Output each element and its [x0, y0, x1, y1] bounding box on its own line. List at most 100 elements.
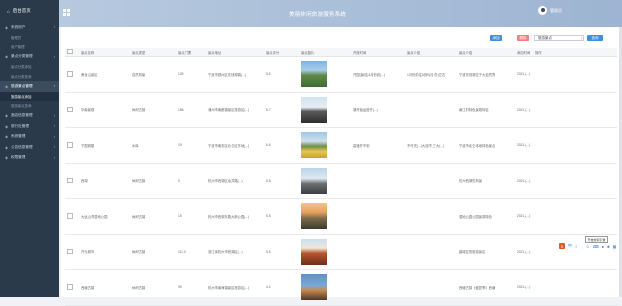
row-checkbox[interactable]: [67, 106, 73, 112]
table-row[interactable]: 开元城市 休闲古镇 111.0 浙江省杭州市西湖区(...) 5.5 越城区的旅游景区 20…: [65, 234, 617, 270]
image-cell: [299, 198, 351, 235]
image-cell: [299, 163, 351, 199]
data-table: 景点名称 景点类型 景点门票 景点地址 景点评分 景点图片 开放时间 景点介绍 景点介绍 添加时间…: [65, 48, 617, 306]
sidebar-item[interactable]: 管理员: [0, 33, 59, 43]
top-bar: 美丽休闲旅游服务系统 管理员: [59, 0, 622, 27]
sidebar-item-label: 旅行社管理: [11, 123, 29, 128]
sidebar-item-label: 公告信息管理: [11, 144, 33, 149]
cell-address: 浙江省杭州市西湖区(...): [206, 234, 264, 270]
image-cell: [299, 234, 351, 270]
table-row[interactable]: 宁国城楼 水库 19 宁波市南安区北仑区东地(...) 6.6 高速开不到 不可完(...)…: [65, 127, 617, 164]
avatar: [538, 6, 547, 15]
search-button[interactable]: 查询: [587, 35, 603, 41]
cell-intro2: 湿地公园公园景观特色: [457, 198, 515, 235]
main-content: 添加 删除 旅游景点 I 查询 景点名称 景点类型 景点门票 景点地址 景点评分 景点图片…: [61, 27, 620, 306]
row-checkbox[interactable]: [67, 142, 73, 148]
sidebar-item[interactable]: ◈ 旅游景点管理 ›: [0, 81, 59, 92]
sidebar-item[interactable]: ◈ 公告信息管理 ›: [0, 142, 59, 153]
header-cell: [65, 48, 79, 57]
emoji-icon[interactable]: ☺: [586, 244, 590, 249]
sidebar-item-label: 景点分类管理: [11, 54, 33, 59]
cell-intro2: 杭州西湖的风景: [457, 163, 515, 199]
keyboard-icon[interactable]: ⌨: [593, 244, 599, 249]
delete-button[interactable]: 删除: [517, 35, 529, 41]
sidebar-item[interactable]: ◈ 权限管理 ›: [0, 153, 59, 164]
column-header[interactable]: 景点介绍: [457, 48, 515, 57]
sogou-logo-icon[interactable]: S: [559, 243, 565, 249]
scenic-thumbnail[interactable]: [301, 167, 327, 194]
menu-grid-icon[interactable]: [63, 9, 71, 17]
scenic-thumbnail[interactable]: [301, 96, 327, 123]
user-circle-icon[interactable]: ●: [602, 244, 604, 249]
cell-score: 4.2: [264, 269, 299, 306]
cell-price: 19: [176, 127, 206, 164]
table-row[interactable]: 西湖 休闲古镇 0 杭州市西湖区龙井路(...) 5.8 杭州西湖的风景 2021-(...…: [65, 163, 617, 199]
cell-empty: [533, 127, 617, 164]
chinese-input-icon[interactable]: 中: [568, 243, 572, 249]
image-cell: [299, 269, 351, 306]
sidebar-item[interactable]: 景点分类添加: [0, 62, 59, 72]
column-header[interactable]: 景点介绍: [405, 48, 457, 57]
column-header[interactable]: 景点地址: [206, 48, 264, 57]
row-checkbox[interactable]: [67, 284, 73, 290]
row-checkbox[interactable]: [67, 248, 73, 254]
column-header[interactable]: 景点类型: [130, 48, 176, 57]
search-input[interactable]: 旅游景点 I: [534, 35, 584, 41]
sidebar-item[interactable]: ◈ 系统管理 ›: [0, 132, 59, 143]
sidebar: ⌂ 后台首页 ◈ 系统用户 › 管理员 用户管理 ◈ 景点分类管理 › 景点分类添加 景点分类查询…: [0, 0, 59, 297]
sidebar-item[interactable]: ◈ 酒店信息管理 ›: [0, 111, 59, 122]
comma-icon[interactable]: ,: [582, 244, 583, 249]
cell-name: 大运山湾湿地公园: [79, 198, 130, 235]
table-row[interactable]: 大运山湾湿地公园 休闲古镇 15 杭州市西湖东路大新公园(...) 5.5 湿地公园公园景…: [65, 198, 617, 235]
column-header[interactable]: 景点名称: [79, 48, 130, 57]
row-checkbox[interactable]: [67, 213, 73, 219]
chevron-icon: ›: [53, 155, 55, 160]
sidebar-item[interactable]: ◈ 景点分类管理 ›: [0, 52, 59, 63]
chevron-icon: ›: [53, 113, 55, 118]
add-button[interactable]: 添加: [490, 35, 502, 41]
column-header[interactable]: 景点图片: [299, 48, 351, 57]
table-row[interactable]: 华南景观 休闲古镇 186 浦州市南都镇景区旅游区(...) 5.7 湖开始运营开(...…: [65, 92, 617, 128]
sidebar-item[interactable]: 用户管理: [0, 42, 59, 52]
tooltip: 开放搜索引擎: [585, 236, 609, 243]
scenic-thumbnail[interactable]: [301, 274, 327, 301]
cell-type: 休闲古镇: [130, 234, 176, 270]
select-all-checkbox[interactable]: [67, 48, 73, 55]
sidebar-item-label: 旅游景点管理: [11, 83, 33, 88]
cell-open: [351, 269, 405, 306]
checkbox-cell: [65, 198, 79, 235]
user-menu[interactable]: 管理员: [538, 6, 562, 15]
sidebar-item[interactable]: ◈ 旅行社管理 ›: [0, 121, 59, 132]
scenic-thumbnail[interactable]: [301, 238, 327, 265]
cell-intro2: 南江村特色景观特征: [457, 92, 515, 128]
scenic-thumbnail[interactable]: [301, 203, 327, 230]
row-checkbox[interactable]: [67, 71, 73, 77]
scenic-thumbnail[interactable]: [301, 61, 327, 88]
cell-score: 5.6: [264, 56, 299, 93]
checkbox-cell: [65, 234, 79, 270]
column-header[interactable]: 开放时间: [351, 48, 405, 57]
table-row[interactable]: 黄龙山景区 自然风景 139 宁波市鄞州区东钱湖镇(...) 5.6 开园(最佳)4月份到…: [65, 56, 617, 93]
column-header[interactable]: 景点门票: [176, 48, 206, 57]
sidebar-item-label: 旅游景点查询: [11, 104, 32, 109]
sidebar-item[interactable]: 景点分类查询: [0, 72, 59, 82]
cell-date: 2021-(...): [515, 127, 533, 164]
cell-date: 2021-(...): [515, 269, 533, 306]
cell-price: 95: [176, 269, 206, 306]
column-header[interactable]: 景点评分: [264, 48, 299, 57]
row-checkbox[interactable]: [67, 177, 73, 183]
column-header[interactable]: 操作: [533, 48, 617, 57]
sidebar-item[interactable]: ◈ 系统用户 ›: [0, 22, 59, 33]
sidebar-item[interactable]: 旅游景点添加: [0, 91, 59, 101]
scenic-thumbnail[interactable]: [301, 132, 327, 159]
column-header[interactable]: 添加时间: [515, 48, 533, 57]
moon-icon[interactable]: ☾: [575, 244, 579, 249]
sidebar-brand[interactable]: ⌂ 后台首页: [0, 0, 59, 22]
shirt-icon[interactable]: ♣: [607, 244, 610, 249]
sidebar-item[interactable]: 旅游景点查询: [0, 101, 59, 111]
table-row[interactable]: 西塘古镇 休闲古镇 95 杭州市南海镇景区旅游区(...) 4.2 西塘古镇《盛夏季》西塘…: [65, 269, 617, 306]
grid-icon[interactable]: ▦: [613, 244, 617, 249]
cell-date: 2021-(...): [515, 163, 533, 199]
checkbox-cell: [65, 92, 79, 128]
cell-name: 西湖: [79, 163, 130, 199]
